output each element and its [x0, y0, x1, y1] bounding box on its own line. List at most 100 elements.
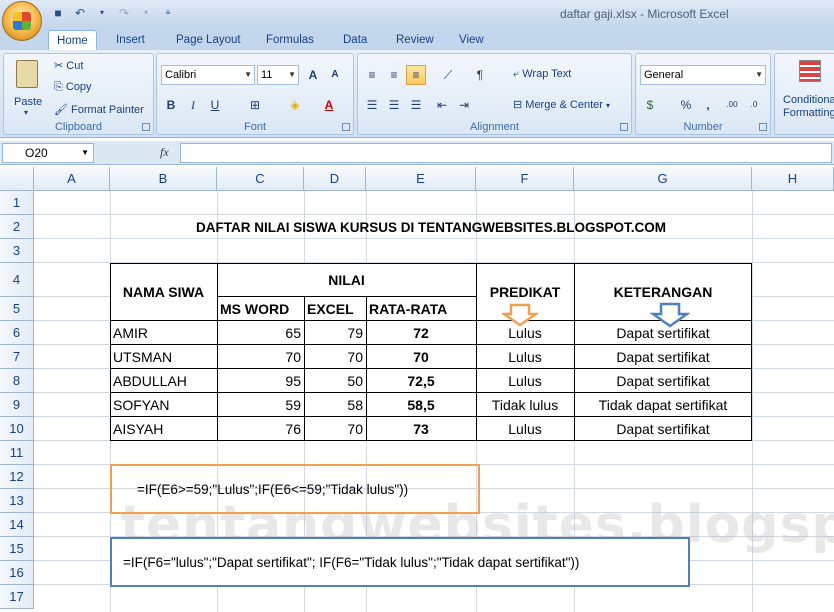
- text-direction-icon[interactable]: ¶: [470, 65, 490, 85]
- format-painter-button[interactable]: 🖌 Format Painter: [54, 103, 144, 116]
- cell-excel[interactable]: 70: [304, 345, 366, 369]
- increase-decimal-icon[interactable]: .00: [722, 95, 742, 115]
- tab-formulas[interactable]: Formulas: [258, 30, 322, 50]
- cell-keterangan[interactable]: Tidak dapat sertifikat: [574, 393, 752, 417]
- cell-predikat[interactable]: Lulus: [476, 417, 574, 441]
- row-header[interactable]: 16: [0, 561, 34, 585]
- cell-keterangan[interactable]: Dapat sertifikat: [574, 369, 752, 393]
- column-header[interactable]: C: [217, 167, 304, 191]
- tab-page-layout[interactable]: Page Layout: [168, 30, 249, 50]
- tab-data[interactable]: Data: [335, 30, 375, 50]
- name-box[interactable]: O20 ▼: [2, 143, 94, 163]
- select-all-corner[interactable]: [0, 167, 34, 191]
- column-header[interactable]: G: [574, 167, 752, 191]
- paste-button[interactable]: Paste ▾: [8, 58, 48, 120]
- comma-button[interactable]: ,: [698, 95, 718, 115]
- cell-msword[interactable]: 59: [217, 393, 304, 417]
- italic-button[interactable]: I: [183, 95, 203, 115]
- cell-keterangan[interactable]: Dapat sertifikat: [574, 321, 752, 345]
- font-name-combo[interactable]: Calibri ▼: [161, 65, 255, 85]
- decrease-decimal-icon[interactable]: .0: [744, 95, 764, 115]
- font-launcher-icon[interactable]: [342, 123, 350, 131]
- cell-nama[interactable]: SOFYAN: [110, 393, 217, 417]
- cut-button[interactable]: ✂ Cut: [54, 59, 83, 72]
- row-header[interactable]: 11: [0, 441, 34, 465]
- percent-button[interactable]: %: [676, 95, 696, 115]
- cell-excel[interactable]: 58: [304, 393, 366, 417]
- align-middle-icon[interactable]: ≡: [384, 65, 404, 85]
- font-size-combo[interactable]: 11 ▼: [257, 65, 299, 85]
- column-header[interactable]: F: [476, 167, 574, 191]
- row-header[interactable]: 9: [0, 393, 34, 417]
- column-header[interactable]: H: [752, 167, 834, 191]
- alignment-launcher-icon[interactable]: [620, 123, 628, 131]
- underline-button[interactable]: U: [205, 95, 225, 115]
- align-bottom-icon[interactable]: ≡: [406, 65, 426, 85]
- copy-button[interactable]: ⎘ Copy: [54, 81, 92, 94]
- cell-nama[interactable]: AMIR: [110, 321, 217, 345]
- cell-rata[interactable]: 73: [366, 417, 476, 441]
- cell-rata[interactable]: 72: [366, 321, 476, 345]
- align-right-icon[interactable]: ☰: [406, 95, 426, 115]
- number-launcher-icon[interactable]: [759, 123, 767, 131]
- tab-home[interactable]: Home: [48, 30, 97, 50]
- undo-dropdown-icon[interactable]: ▾: [94, 5, 110, 21]
- column-header[interactable]: A: [34, 167, 110, 191]
- redo-icon[interactable]: ↷: [116, 5, 132, 21]
- number-format-combo[interactable]: General ▼: [640, 65, 766, 85]
- row-header[interactable]: 6: [0, 321, 34, 345]
- grow-font-button[interactable]: A: [303, 65, 323, 85]
- tab-review[interactable]: Review: [388, 30, 442, 50]
- cell-nama[interactable]: UTSMAN: [110, 345, 217, 369]
- align-left-icon[interactable]: ☰: [362, 95, 382, 115]
- font-color-icon[interactable]: A: [319, 95, 339, 115]
- cell-predikat[interactable]: Lulus: [476, 321, 574, 345]
- merge-center-button[interactable]: ⊟ Merge & Center ▾: [513, 98, 610, 111]
- row-header[interactable]: 5: [0, 297, 34, 321]
- cell-msword[interactable]: 70: [217, 345, 304, 369]
- save-icon[interactable]: ■: [50, 5, 66, 21]
- tab-insert[interactable]: Insert: [108, 30, 153, 50]
- orientation-icon[interactable]: ⟋: [438, 65, 458, 85]
- cell-keterangan[interactable]: Dapat sertifikat: [574, 345, 752, 369]
- formula-input[interactable]: [180, 143, 832, 163]
- cell-rata[interactable]: 72,5: [366, 369, 476, 393]
- undo-icon[interactable]: ↶: [72, 5, 88, 21]
- cell-keterangan[interactable]: Dapat sertifikat: [574, 417, 752, 441]
- cell-msword[interactable]: 76: [217, 417, 304, 441]
- row-header[interactable]: 3: [0, 239, 34, 263]
- row-header[interactable]: 12: [0, 465, 34, 489]
- increase-indent-icon[interactable]: ⇥: [454, 95, 474, 115]
- shrink-font-button[interactable]: A: [325, 65, 345, 85]
- cell-nama[interactable]: AISYAH: [110, 417, 217, 441]
- fill-color-icon[interactable]: ◈: [285, 95, 305, 115]
- row-header[interactable]: 13: [0, 489, 34, 513]
- cell-excel[interactable]: 79: [304, 321, 366, 345]
- cell-rata[interactable]: 70: [366, 345, 476, 369]
- row-header[interactable]: 15: [0, 537, 34, 561]
- redo-dropdown-icon[interactable]: ▾: [138, 5, 154, 21]
- align-top-icon[interactable]: ≡: [362, 65, 382, 85]
- cell-msword[interactable]: 65: [217, 321, 304, 345]
- borders-icon[interactable]: ⊞: [245, 95, 265, 115]
- cell-excel[interactable]: 50: [304, 369, 366, 393]
- cell-nama[interactable]: ABDULLAH: [110, 369, 217, 393]
- column-header[interactable]: B: [110, 167, 217, 191]
- row-header[interactable]: 14: [0, 513, 34, 537]
- column-header[interactable]: E: [366, 167, 476, 191]
- row-header[interactable]: 2: [0, 215, 34, 239]
- row-header[interactable]: 8: [0, 369, 34, 393]
- office-button[interactable]: [2, 1, 42, 41]
- cell-predikat[interactable]: Lulus: [476, 345, 574, 369]
- insert-function-button[interactable]: fx: [160, 145, 169, 160]
- cell-rata[interactable]: 58,5: [366, 393, 476, 417]
- row-header[interactable]: 4: [0, 263, 34, 297]
- currency-icon[interactable]: $: [640, 95, 660, 115]
- row-header[interactable]: 1: [0, 191, 34, 215]
- cell-msword[interactable]: 95: [217, 369, 304, 393]
- column-header[interactable]: D: [304, 167, 366, 191]
- bold-button[interactable]: B: [161, 95, 181, 115]
- clipboard-launcher-icon[interactable]: [142, 123, 150, 131]
- cell-predikat[interactable]: Tidak lulus: [476, 393, 574, 417]
- row-header[interactable]: 10: [0, 417, 34, 441]
